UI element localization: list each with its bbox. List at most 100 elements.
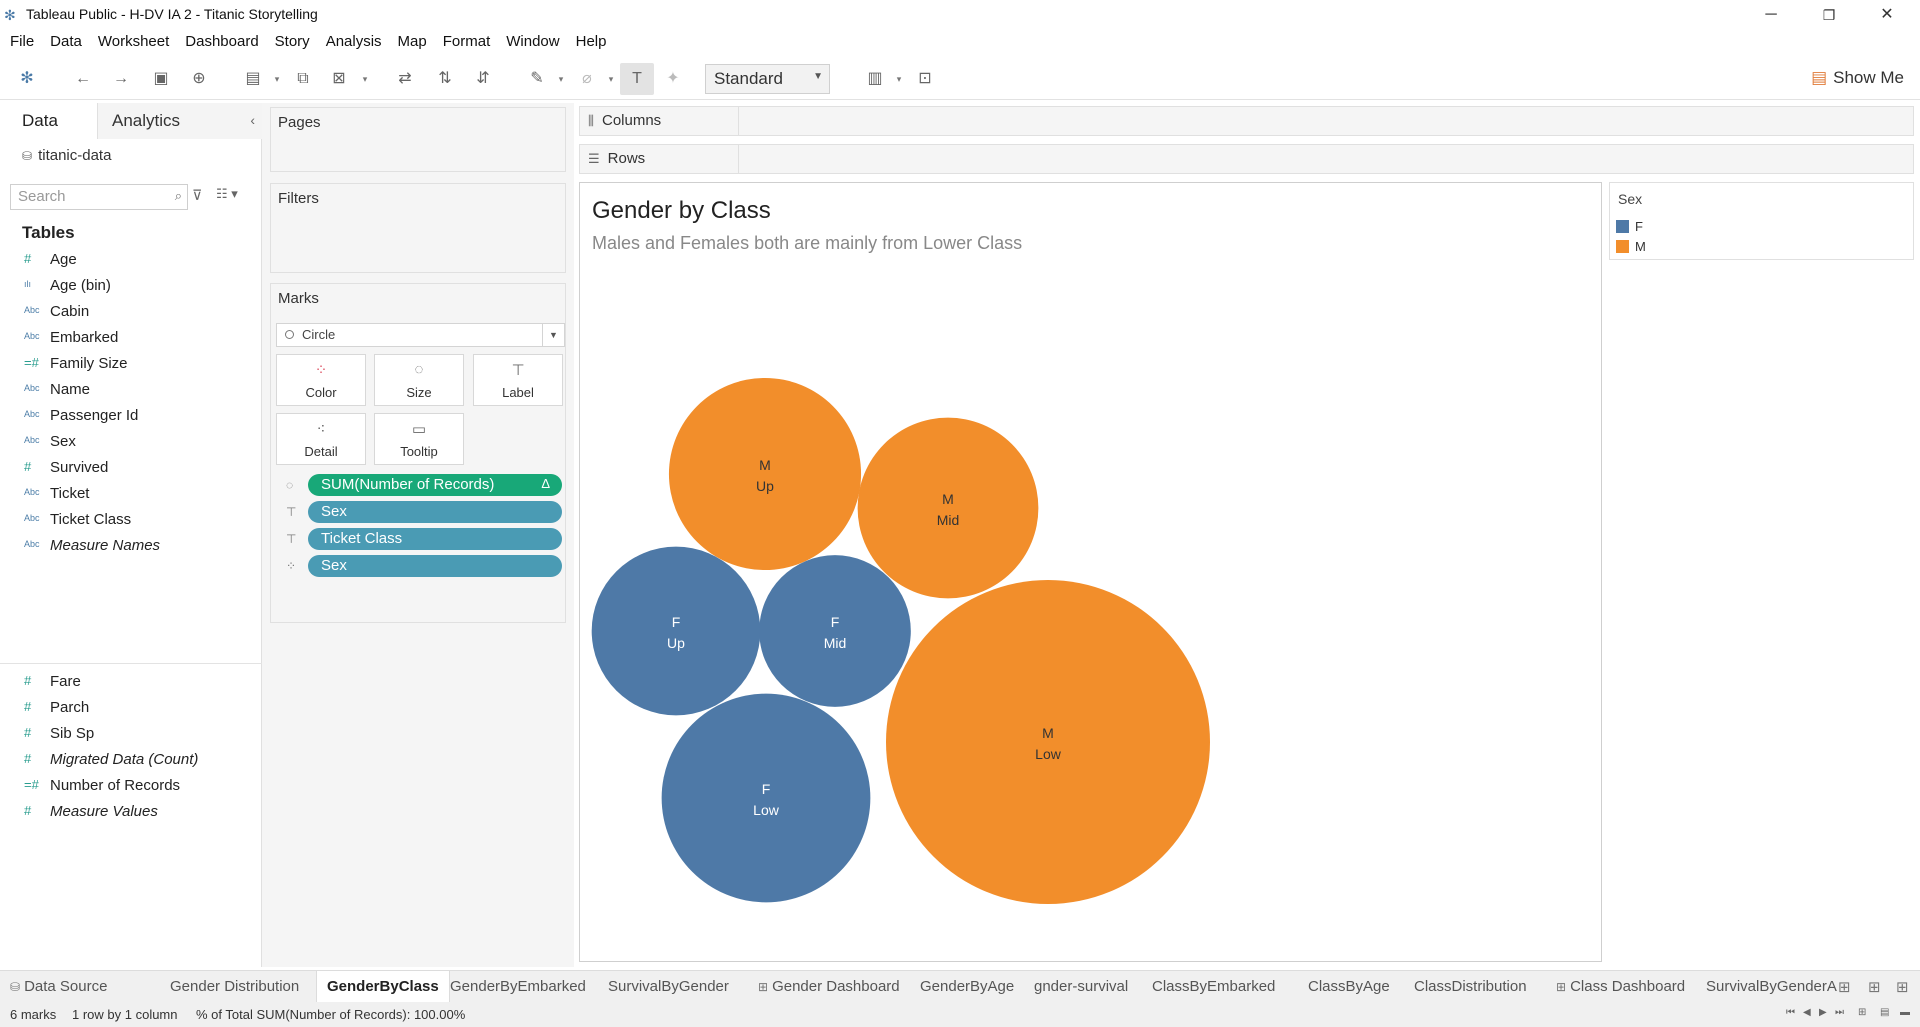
clear-sheet-icon[interactable]: ⊠ bbox=[328, 68, 350, 90]
duplicate-sheet-icon[interactable]: ⧉ bbox=[292, 68, 314, 90]
menu-map[interactable]: Map bbox=[390, 30, 435, 53]
menu-help[interactable]: Help bbox=[568, 30, 615, 53]
color-button[interactable]: ⁘ Color bbox=[276, 354, 366, 406]
filter-icon[interactable]: ⊽ bbox=[192, 187, 202, 204]
field-item[interactable]: Abc Ticket bbox=[0, 481, 262, 507]
rows-shelf[interactable]: ☰ Rows bbox=[579, 144, 1914, 174]
field-item[interactable]: # Parch bbox=[0, 695, 262, 721]
sheet-tab[interactable]: GenderByClass bbox=[316, 971, 450, 1003]
bubble-f-up[interactable] bbox=[591, 546, 761, 716]
sheet-sorter-icon[interactable]: ⊞ bbox=[1858, 1007, 1866, 1018]
sheet-tab[interactable]: ⛁ Data Source bbox=[0, 971, 117, 1003]
color-icon[interactable]: ⁘ bbox=[286, 559, 300, 573]
field-item[interactable]: =# Number of Records bbox=[0, 773, 262, 799]
pages-card[interactable]: Pages bbox=[270, 107, 566, 172]
menu-data[interactable]: Data bbox=[42, 30, 90, 53]
viz-canvas[interactable]: Gender by Class Males and Females both a… bbox=[579, 182, 1602, 962]
bubble-m-low[interactable] bbox=[886, 580, 1210, 904]
columns-shelf[interactable]: ⫼ Columns bbox=[579, 106, 1914, 136]
group-dropdown-icon[interactable]: ▾ bbox=[606, 68, 616, 90]
tableau-home-icon[interactable]: ✻ bbox=[16, 68, 38, 90]
next-sheet-icon[interactable]: ▶ bbox=[1819, 1007, 1827, 1018]
sheet-tab[interactable]: SurvivalByGender bbox=[598, 971, 739, 1003]
sheet-tab[interactable]: ClassDistribution bbox=[1404, 971, 1537, 1003]
tab-data[interactable]: Data bbox=[0, 103, 98, 139]
size-button[interactable]: ◌ Size bbox=[374, 354, 464, 406]
sheet-tab[interactable]: GenderByAge bbox=[910, 971, 1024, 1003]
label-icon[interactable]: ⊤ bbox=[286, 505, 300, 519]
sheet-tab[interactable]: ClassByAge bbox=[1298, 971, 1400, 1003]
field-item[interactable]: Abc Name bbox=[0, 377, 262, 403]
group-members-icon[interactable]: ⌀ bbox=[576, 68, 598, 90]
swap-rows-columns-icon[interactable]: ⇄ bbox=[394, 68, 416, 90]
tooltip-button[interactable]: ▭ Tooltip bbox=[374, 413, 464, 465]
field-item[interactable]: # Fare bbox=[0, 669, 262, 695]
show-cards-icon[interactable]: ▥ bbox=[864, 68, 886, 90]
marks-pill[interactable]: SUM(Number of Records) Δ bbox=[308, 474, 562, 496]
new-story-tab-icon[interactable]: ⊞ bbox=[1896, 978, 1909, 996]
new-worksheet-dropdown-icon[interactable]: ▾ bbox=[272, 68, 282, 90]
color-legend[interactable]: Sex F M bbox=[1609, 182, 1914, 260]
clear-sheet-dropdown-icon[interactable]: ▾ bbox=[360, 68, 370, 90]
sort-ascending-icon[interactable]: ⇅ bbox=[434, 68, 456, 90]
prev-sheet-icon[interactable]: ◀ bbox=[1803, 1007, 1811, 1018]
field-item[interactable]: Abc Measure Names bbox=[0, 533, 262, 559]
marks-pill[interactable]: Sex bbox=[308, 555, 562, 577]
filters-card[interactable]: Filters bbox=[270, 183, 566, 273]
sheet-tab[interactable]: ClassByEmbarked bbox=[1142, 971, 1285, 1003]
field-item[interactable]: =# Family Size bbox=[0, 351, 262, 377]
detail-button[interactable]: ⁖ Detail bbox=[276, 413, 366, 465]
presentation-mode-icon[interactable]: ⊡ bbox=[914, 68, 936, 90]
sheet-tab[interactable]: ⊞ Gender Dashboard bbox=[748, 971, 910, 1003]
menu-format[interactable]: Format bbox=[435, 30, 499, 53]
minimize-button[interactable]: ─ bbox=[1742, 0, 1800, 30]
fix-axes-icon[interactable]: ✦ bbox=[662, 68, 684, 90]
menu-dashboard[interactable]: Dashboard bbox=[177, 30, 266, 53]
show-me-button[interactable]: ▤ Show Me bbox=[1811, 68, 1904, 88]
field-item[interactable]: # Age bbox=[0, 247, 262, 273]
sheet-tab[interactable]: gnder-survival bbox=[1024, 971, 1138, 1003]
field-item[interactable]: # Migrated Data (Count) bbox=[0, 747, 262, 773]
sheet-tab[interactable]: GenderByEmbarked bbox=[440, 971, 596, 1003]
datasource-item[interactable]: ⛁ titanic-data bbox=[22, 147, 111, 164]
menu-file[interactable]: File bbox=[0, 30, 42, 53]
menu-analysis[interactable]: Analysis bbox=[318, 30, 390, 53]
highlight-icon[interactable]: ✎ bbox=[526, 68, 548, 90]
save-icon[interactable]: ▣ bbox=[150, 68, 172, 90]
menu-story[interactable]: Story bbox=[267, 30, 318, 53]
show-cards-dropdown-icon[interactable]: ▾ bbox=[894, 68, 904, 90]
field-item[interactable]: Abc Passenger Id bbox=[0, 403, 262, 429]
new-worksheet-icon[interactable]: ▤ bbox=[242, 68, 264, 90]
marks-pill[interactable]: Ticket Class bbox=[308, 528, 562, 550]
field-item[interactable]: Abc Embarked bbox=[0, 325, 262, 351]
field-item[interactable]: # Survived bbox=[0, 455, 262, 481]
label-button[interactable]: ⊤ Label bbox=[473, 354, 563, 406]
first-sheet-icon[interactable]: ⏮ bbox=[1786, 1007, 1795, 1018]
field-item[interactable]: ılı Age (bin) bbox=[0, 273, 262, 299]
close-button[interactable]: ✕ bbox=[1858, 0, 1916, 30]
tabs-view-icon[interactable]: ▬ bbox=[1900, 1007, 1910, 1018]
fit-select[interactable]: Standard ▼ bbox=[705, 64, 830, 94]
sheet-tab[interactable]: SurvivalByGenderA bbox=[1696, 971, 1847, 1003]
packed-bubble-chart[interactable]: M Up M Mid F Up F Mid F Low M Low bbox=[580, 183, 1601, 961]
bubble-m-mid[interactable] bbox=[857, 417, 1039, 599]
view-options-icon[interactable]: ☷ ▾ bbox=[216, 186, 238, 202]
bubble-f-mid[interactable] bbox=[759, 555, 911, 707]
field-item[interactable]: Abc Ticket Class bbox=[0, 507, 262, 533]
search-input[interactable]: Search ⌕ bbox=[10, 184, 188, 210]
new-dashboard-tab-icon[interactable]: ⊞ bbox=[1868, 978, 1881, 996]
bubble-m-up[interactable] bbox=[668, 377, 862, 571]
highlight-dropdown-icon[interactable]: ▾ bbox=[556, 68, 566, 90]
field-item[interactable]: Abc Cabin bbox=[0, 299, 262, 325]
new-datasource-icon[interactable]: ⊕ bbox=[188, 68, 210, 90]
size-icon[interactable]: ◌ bbox=[286, 478, 300, 492]
sheet-tab[interactable]: ⊞ Class Dashboard bbox=[1546, 971, 1695, 1003]
marks-pill[interactable]: Sex bbox=[308, 501, 562, 523]
tab-analytics[interactable]: Analytics bbox=[98, 103, 262, 139]
mark-type-select[interactable]: Circle ▼ bbox=[276, 323, 565, 347]
filmstrip-icon[interactable]: ▤ bbox=[1880, 1007, 1889, 1018]
restore-button[interactable]: ❐ bbox=[1800, 0, 1858, 30]
sort-descending-icon[interactable]: ⇵ bbox=[472, 68, 494, 90]
bubble-f-low[interactable] bbox=[661, 693, 871, 903]
legend-item-f[interactable]: F bbox=[1616, 219, 1643, 234]
